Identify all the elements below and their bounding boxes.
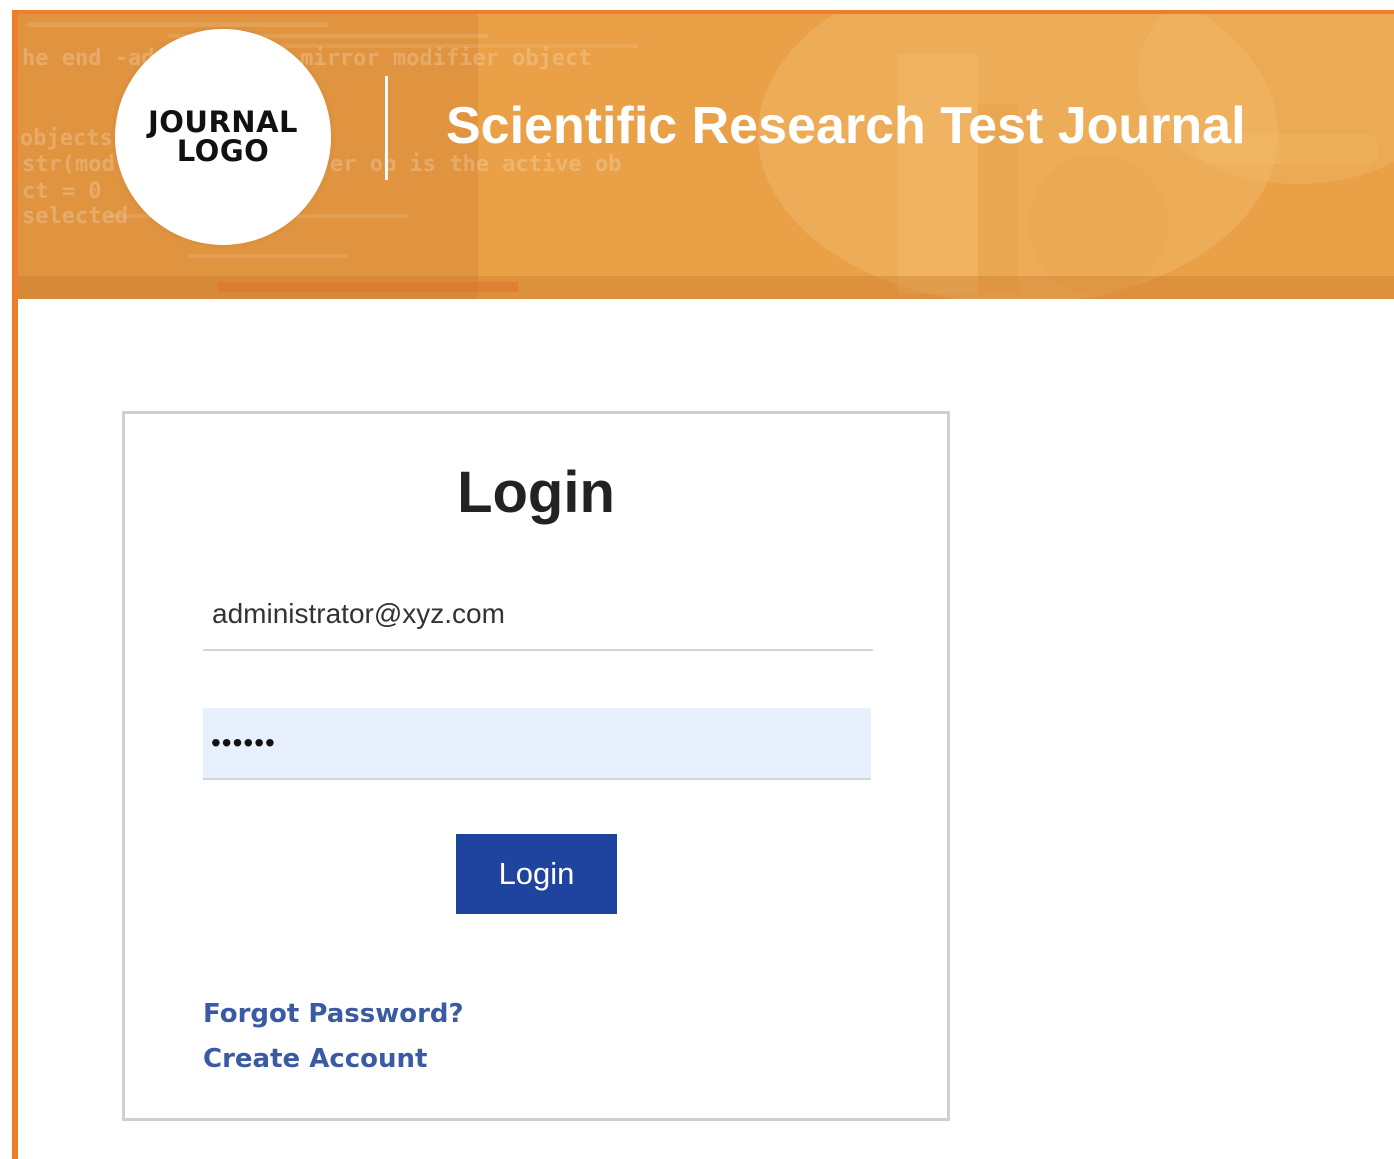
page-top-border bbox=[12, 10, 1394, 14]
banner-code-text: ct = 0 bbox=[22, 179, 102, 204]
forgot-password-link[interactable]: Forgot Password? bbox=[203, 992, 464, 1037]
page-left-border bbox=[12, 10, 18, 1159]
banner-code-text: selected bbox=[22, 204, 128, 229]
password-field bbox=[203, 708, 871, 780]
logo-text-line-1: JOURNAL bbox=[147, 105, 298, 139]
account-links: Forgot Password? Create Account bbox=[203, 992, 464, 1082]
email-input[interactable] bbox=[203, 579, 873, 649]
login-heading: Login bbox=[457, 460, 615, 525]
logo-text-line-2: LOGO bbox=[176, 134, 270, 168]
journal-logo: JOURNAL LOGO bbox=[115, 29, 331, 245]
login-button[interactable]: Login bbox=[456, 834, 617, 914]
banner-code-text: he end -add selected mirror modifier obj… bbox=[22, 46, 592, 71]
login-page: he end -add selected mirror modifier obj… bbox=[0, 0, 1394, 1159]
login-card: Login Login Forgot Password? Create Acco… bbox=[122, 411, 950, 1121]
email-field bbox=[203, 579, 873, 651]
password-input[interactable] bbox=[203, 708, 871, 778]
journal-title: Scientific Research Test Journal bbox=[446, 97, 1246, 155]
header-banner: he end -add selected mirror modifier obj… bbox=[18, 14, 1394, 299]
header-divider bbox=[385, 76, 388, 180]
banner-code-text: objects. bbox=[20, 126, 126, 151]
banner-code-text: str(mod bbox=[22, 152, 115, 177]
create-account-link[interactable]: Create Account bbox=[203, 1037, 464, 1082]
